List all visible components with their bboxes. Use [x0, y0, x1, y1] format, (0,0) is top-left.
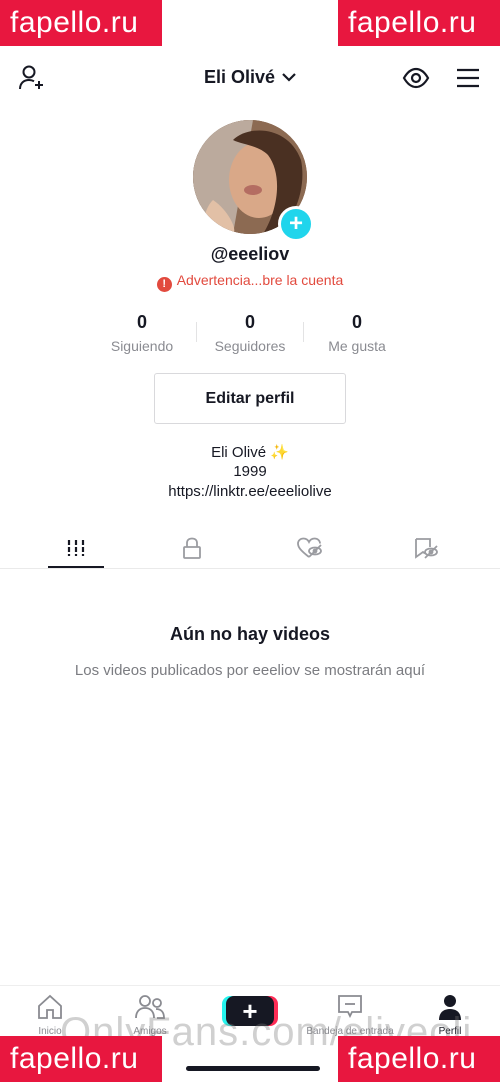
- following-count: 0: [136, 312, 147, 332]
- lock-icon: [182, 537, 201, 559]
- home-indicator[interactable]: [186, 1066, 320, 1071]
- likes-stat[interactable]: 0 Me gusta: [297, 312, 417, 354]
- liked-heart-hidden-icon: [296, 537, 322, 558]
- empty-state-subtitle: Los videos publicados por eeeliov se mos…: [74, 662, 426, 679]
- profile-views-button[interactable]: [400, 62, 432, 94]
- plus-icon: +: [288, 210, 303, 237]
- chevron-down-icon: [282, 73, 296, 82]
- page-title: Eli Olivé: [203, 66, 276, 87]
- watermark-top-left: fapello.ru: [0, 0, 162, 46]
- likes-label: Me gusta: [328, 338, 386, 354]
- bio-name: Eli Olivé ✨: [211, 444, 289, 461]
- content-tabs: [0, 528, 500, 569]
- warning-text: Advertencia...bre la cuenta: [176, 272, 344, 288]
- active-tab-indicator: [48, 566, 104, 568]
- followers-label: Seguidores: [214, 338, 286, 354]
- tab-liked[interactable]: [246, 528, 371, 568]
- saved-hidden-icon: [414, 538, 438, 559]
- following-label: Siguiendo: [110, 338, 174, 354]
- menu-button[interactable]: [452, 62, 484, 94]
- following-stat[interactable]: 0 Siguiendo: [82, 312, 202, 354]
- hamburger-menu-icon: [457, 68, 479, 88]
- followers-stat[interactable]: 0 Seguidores: [190, 312, 310, 354]
- empty-state-title: Aún no hay videos: [169, 624, 331, 644]
- watermark-bottom-right: fapello.ru: [338, 1036, 500, 1082]
- watermark-bottom-left: fapello.ru: [0, 1036, 162, 1082]
- bio-link[interactable]: https://linktr.ee/eeeliolive: [0, 483, 500, 500]
- username: @eeeliov: [210, 244, 290, 264]
- followers-count: 0: [244, 312, 255, 332]
- grid-icon: [67, 540, 84, 556]
- add-photo-button[interactable]: +: [278, 206, 314, 242]
- tab-private[interactable]: [129, 528, 254, 568]
- tab-saved[interactable]: [362, 528, 487, 568]
- warning-icon: !: [156, 277, 172, 292]
- eye-icon: [402, 67, 430, 89]
- edit-profile-button[interactable]: Editar perfil: [154, 373, 346, 424]
- watermark-top-right: fapello.ru: [338, 0, 500, 46]
- likes-count: 0: [351, 312, 362, 332]
- bio-year: 1999: [233, 463, 267, 480]
- tab-videos[interactable]: [13, 528, 138, 568]
- account-warning-link[interactable]: ! Advertencia...bre la cuenta: [0, 272, 500, 292]
